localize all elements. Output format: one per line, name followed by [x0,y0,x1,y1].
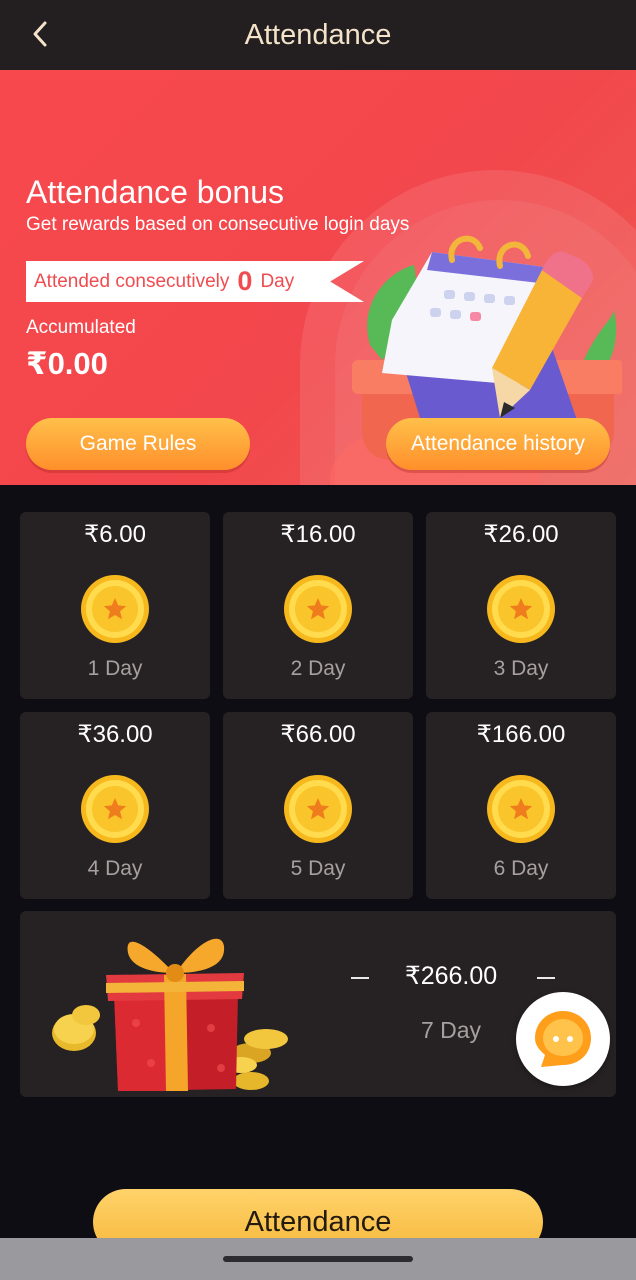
reward-card-day-5[interactable]: ₹66.00 5 Day [223,712,413,899]
reward-amount: ₹16.00 [280,521,356,548]
bonus-title: Attendance bonus [26,174,284,210]
coin-star-icon [284,575,352,643]
reward-card-day-2[interactable]: ₹16.00 2 Day [223,512,413,699]
reward-amount: ₹26.00 [483,521,559,548]
streak-count: 0 [237,266,253,296]
reward-card-day-1[interactable]: ₹6.00 1 Day [20,512,210,699]
streak-suffix: Day [260,270,295,292]
chat-bubble-icon [535,1011,591,1067]
gift-box-icon [52,938,288,1091]
reward-amount: ₹166.00 [476,721,566,748]
reward-card-day-4[interactable]: ₹36.00 4 Day [20,712,210,899]
coin-star-icon [487,575,555,643]
reward-day: 2 Day [290,657,346,680]
attendance-banner: Attendance bonus Get rewards based on co… [0,70,636,485]
reward-day: 3 Day [493,657,549,680]
coin-star-icon [284,775,352,843]
attendance-history-button[interactable]: Attendance history [386,418,610,470]
reward-amount: ₹36.00 [77,721,153,748]
streak-text: Attended consecutively 0 Day [34,261,294,302]
coin-star-icon [81,775,149,843]
back-button[interactable] [22,16,58,52]
coin-star-icon [487,775,555,843]
accumulated-value: ₹0.00 [26,346,108,381]
reward-day: 5 Day [290,857,346,880]
reward-day: 6 Day [493,857,549,880]
reward-amount: ₹6.00 [84,521,146,548]
reward-grid: ₹6.00 1 Day ₹16.00 2 Day ₹26.00 3 Day ₹3… [20,512,616,899]
chat-support-button[interactable] [516,992,610,1086]
page-title: Attendance [244,18,392,51]
coin-star-icon [81,575,149,643]
top-bar: Attendance [0,0,636,70]
home-gesture-handle[interactable] [223,1256,413,1262]
streak-prefix: Attended consecutively [34,270,230,292]
game-rules-button[interactable]: Game Rules [26,418,250,470]
attendance-page: Attendance Attendance bonus Get rewards … [0,0,636,1280]
reward-day: 4 Day [87,857,143,880]
reward-amount: ₹66.00 [280,721,356,748]
chevron-left-icon [33,21,47,47]
streak-badge: Attended consecutively 0 Day [26,261,364,302]
accumulated-label: Accumulated [26,317,136,338]
system-nav-bar [0,1238,636,1280]
reward-card-day-6[interactable]: ₹166.00 6 Day [426,712,616,899]
reward-card-day-3[interactable]: ₹26.00 3 Day [426,512,616,699]
reward-amount: ₹266.00 [404,962,498,990]
reward-day: 1 Day [87,657,143,680]
